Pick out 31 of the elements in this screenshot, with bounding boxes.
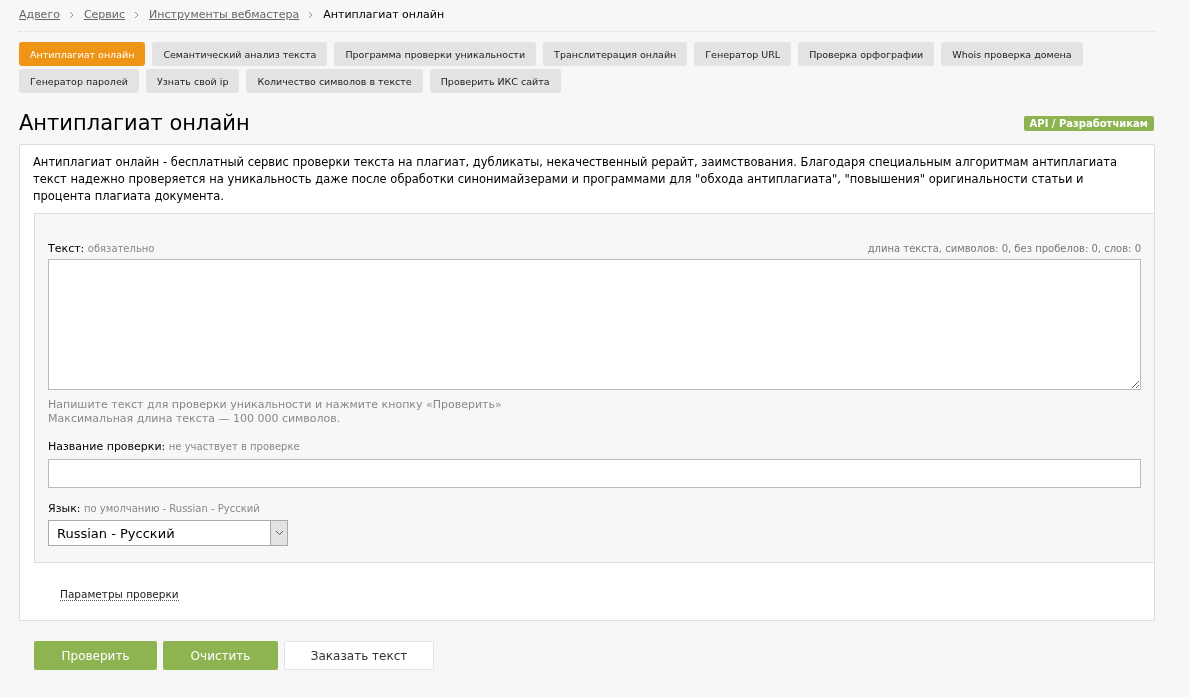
text-stats: длина текста, символов: 0, без пробелов: 0, слов: 0 — [867, 243, 1141, 254]
text-field-label: Текст: обязательно — [48, 242, 155, 255]
tab[interactable]: Генератор URL — [694, 42, 792, 66]
language-select[interactable]: Russian - Русский — [48, 520, 288, 546]
params-link[interactable]: Параметры проверки — [60, 588, 179, 601]
hint-text: Максимальная длина текста — 100 000 символов. — [48, 412, 342, 426]
description-text: Антиплагиат онлайн - бесплатный сервис проверки текста на плагиат, дубликаты, некачественный рерайт, заимствования. Благодаря специальным алгоритмам антиплагиата текст надежно проверяется на уникальность даже после обработки синонимайзерами и программами для "обхода антиплагиата", "повышения" оригинальности статьи и процента плагиата документа. — [32, 154, 1119, 205]
breadcrumb-link[interactable]: Инструменты вебмастера — [149, 8, 300, 21]
action-button[interactable]: Заказать текст — [284, 641, 434, 670]
tab[interactable]: Проверить ИКС сайта — [429, 69, 561, 93]
page-title: Антиплагиат онлайн — [19, 111, 250, 135]
breadcrumb-current: Антиплагиат онлайн — [323, 8, 445, 21]
breadcrumb-link[interactable]: Адвего — [19, 8, 60, 21]
tab[interactable]: Генератор паролей — [19, 69, 139, 93]
name-input-field[interactable] — [48, 459, 1141, 488]
tab[interactable]: Транслитерация онлайн — [543, 42, 688, 66]
tab[interactable]: Программа проверки уникальности — [334, 42, 537, 66]
text-input-field[interactable] — [48, 259, 1141, 390]
chevron-right-icon — [68, 10, 75, 19]
breadcrumb-link[interactable]: Сервис — [83, 8, 125, 21]
tab[interactable]: Проверка орфографии — [798, 42, 935, 66]
name-field-label: Название проверки: не участвует в проверке — [48, 440, 301, 453]
caret-icon — [274, 530, 284, 536]
language-field-label: Язык: по умолчанию - Russian - Русский — [48, 502, 261, 515]
tab[interactable]: Узнать свой ip — [145, 69, 240, 93]
tab[interactable]: Семантический анализ текста — [152, 42, 328, 66]
chevron-right-icon — [134, 10, 140, 19]
tab[interactable]: Количество символов в тексте — [246, 69, 423, 93]
tab[interactable]: Whois проверка домена — [941, 42, 1083, 66]
chevron-right-icon — [308, 10, 315, 19]
hint-text: Напишите текст для проверки уникальности и нажмите кнопку «Проверить» — [48, 398, 503, 412]
